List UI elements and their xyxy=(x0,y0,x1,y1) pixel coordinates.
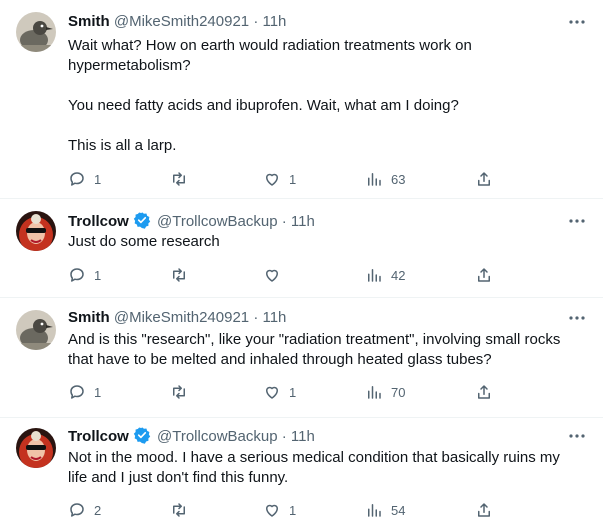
separator-dot: · xyxy=(281,428,287,445)
views-chart-icon xyxy=(368,173,381,186)
reply-icon xyxy=(70,268,84,282)
timestamp[interactable]: 11h xyxy=(291,428,315,445)
views-button[interactable]: 63 xyxy=(365,169,405,189)
tweet-text: Wait what? How on earth would radiation … xyxy=(68,37,472,154)
user-handle[interactable]: @MikeSmith240921 xyxy=(114,13,249,30)
heart-icon xyxy=(266,173,278,186)
like-button[interactable]: 1 xyxy=(263,382,296,402)
reply-button[interactable]: 1 xyxy=(68,382,101,402)
view-count: 42 xyxy=(391,267,406,283)
retweet-icon xyxy=(173,268,185,282)
views-button[interactable]: 70 xyxy=(365,382,405,402)
reply-count: 2 xyxy=(94,502,102,518)
retweet-button[interactable] xyxy=(170,169,196,189)
more-options-icon[interactable] xyxy=(567,308,587,328)
avatar[interactable] xyxy=(16,428,56,468)
tweet-actions: 2 1 54 xyxy=(68,500,508,520)
tweet-text: Just do some research xyxy=(68,233,220,250)
views-button[interactable]: 42 xyxy=(365,265,405,285)
like-count: 1 xyxy=(289,502,297,518)
tweet-text: Not in the mood. I have a serious medica… xyxy=(68,449,560,486)
reply-icon xyxy=(70,385,84,399)
share-icon xyxy=(478,385,490,399)
views-chart-icon xyxy=(368,504,381,517)
tweet[interactable]: Trollcow @TrollcowBackup · 11h Just do s… xyxy=(0,199,603,298)
reply-icon xyxy=(70,172,84,186)
avatar[interactable] xyxy=(16,12,56,52)
separator-dot: · xyxy=(281,213,287,230)
retweet-icon xyxy=(173,503,185,517)
share-button[interactable] xyxy=(475,382,493,402)
tweet[interactable]: Trollcow @TrollcowBackup · 11h Not in th… xyxy=(0,418,603,532)
avatar[interactable] xyxy=(16,310,56,350)
view-count: 70 xyxy=(391,384,406,400)
reply-count: 1 xyxy=(94,384,102,400)
red-hair-avatar-icon xyxy=(16,428,56,468)
user-handle[interactable]: @MikeSmith240921 xyxy=(114,309,249,326)
tweet-header: Trollcow @TrollcowBackup · 11h xyxy=(68,211,587,231)
share-button[interactable] xyxy=(475,169,493,189)
reply-button[interactable]: 2 xyxy=(68,500,101,520)
views-button[interactable]: 54 xyxy=(365,500,405,520)
like-button[interactable] xyxy=(263,265,289,285)
more-options-icon[interactable] xyxy=(567,426,587,446)
retweet-button[interactable] xyxy=(170,500,196,520)
conversation-thread: Smith @MikeSmith240921 · 11h Wait what? … xyxy=(0,0,603,532)
tweet[interactable]: Smith @MikeSmith240921 · 11h And is this… xyxy=(0,298,603,418)
tweet-header: Smith @MikeSmith240921 · 11h xyxy=(68,12,587,32)
heart-icon xyxy=(266,386,278,399)
tweet-header: Trollcow @TrollcowBackup · 11h xyxy=(68,426,587,446)
share-button[interactable] xyxy=(475,265,493,285)
separator-dot: · xyxy=(253,309,259,326)
verified-badge-icon xyxy=(133,427,151,444)
display-name[interactable]: Smith xyxy=(68,309,110,326)
retweet-button[interactable] xyxy=(170,382,196,402)
tweet-header: Smith @MikeSmith240921 · 11h xyxy=(68,308,587,328)
bird-avatar-icon xyxy=(16,310,56,350)
reply-count: 1 xyxy=(94,171,102,187)
reply-button[interactable]: 1 xyxy=(68,265,101,285)
reply-count: 1 xyxy=(94,267,102,283)
retweet-icon xyxy=(173,172,185,186)
user-handle[interactable]: @TrollcowBackup xyxy=(157,213,278,230)
reply-icon xyxy=(70,503,84,517)
tweet-text: And is this "research", like your "radia… xyxy=(68,331,561,368)
heart-icon xyxy=(266,269,278,282)
share-icon xyxy=(478,503,490,517)
retweet-icon xyxy=(173,385,185,399)
retweet-button[interactable] xyxy=(170,265,196,285)
bird-avatar-icon xyxy=(16,12,56,52)
tweet[interactable]: Smith @MikeSmith240921 · 11h Wait what? … xyxy=(0,0,603,199)
view-count: 54 xyxy=(391,502,406,518)
display-name[interactable]: Smith xyxy=(68,13,110,30)
more-options-icon[interactable] xyxy=(567,211,587,231)
share-icon xyxy=(478,172,490,186)
like-count: 1 xyxy=(289,384,297,400)
heart-icon xyxy=(266,504,278,517)
views-chart-icon xyxy=(368,269,381,282)
tweet-actions: 1 42 xyxy=(68,265,508,285)
timestamp[interactable]: 11h xyxy=(291,213,315,230)
display-name[interactable]: Trollcow xyxy=(68,213,129,230)
like-button[interactable]: 1 xyxy=(263,500,296,520)
view-count: 63 xyxy=(391,171,406,187)
timestamp[interactable]: 11h xyxy=(262,309,286,326)
like-button[interactable]: 1 xyxy=(263,169,296,189)
user-handle[interactable]: @TrollcowBackup xyxy=(157,428,278,445)
reply-button[interactable]: 1 xyxy=(68,169,101,189)
share-button[interactable] xyxy=(475,500,493,520)
timestamp[interactable]: 11h xyxy=(262,13,286,30)
avatar[interactable] xyxy=(16,211,56,251)
like-count: 1 xyxy=(289,171,297,187)
tweet-actions: 1 1 70 xyxy=(68,382,508,402)
red-hair-avatar-icon xyxy=(16,211,56,251)
verified-badge-icon xyxy=(133,212,151,229)
tweet-actions: 1 1 63 xyxy=(68,169,508,189)
display-name[interactable]: Trollcow xyxy=(68,428,129,445)
views-chart-icon xyxy=(368,386,381,399)
share-icon xyxy=(478,268,490,282)
more-options-icon[interactable] xyxy=(567,12,587,32)
separator-dot: · xyxy=(253,13,259,30)
